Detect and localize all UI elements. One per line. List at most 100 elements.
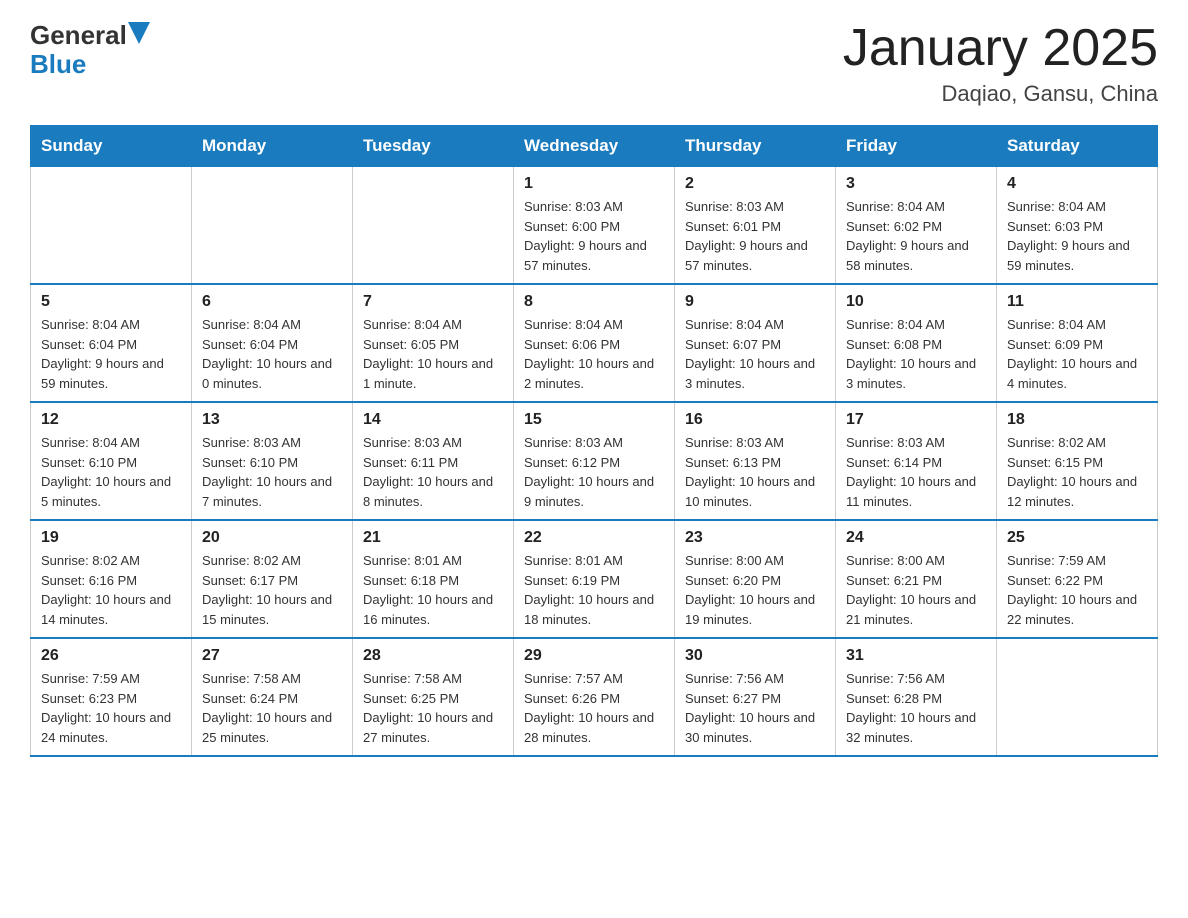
calendar-cell: 11 Sunrise: 8:04 AM Sunset: 6:09 PM Dayli… (997, 284, 1158, 402)
calendar-cell: 19 Sunrise: 8:02 AM Sunset: 6:16 PM Dayli… (31, 520, 192, 638)
day-number: 8 (524, 293, 664, 311)
calendar-cell (997, 638, 1158, 756)
calendar-cell: 29 Sunrise: 7:57 AM Sunset: 6:26 PM Dayli… (514, 638, 675, 756)
day-info: Sunrise: 8:02 AM Sunset: 6:16 PM Dayligh… (41, 551, 181, 629)
col-header-sunday: Sunday (31, 126, 192, 167)
week-row-1: 1 Sunrise: 8:03 AM Sunset: 6:00 PM Daylig… (31, 167, 1158, 285)
calendar-cell: 15Sunrise: 8:03 AM Sunset: 6:12 PM Dayli… (514, 402, 675, 520)
location-subtitle: Daqiao, Gansu, China (843, 81, 1158, 107)
day-info: Sunrise: 7:59 AM Sunset: 6:22 PM Dayligh… (1007, 551, 1147, 629)
day-info: Sunrise: 8:03 AM Sunset: 6:01 PM Dayligh… (685, 197, 825, 275)
week-row-4: 19 Sunrise: 8:02 AM Sunset: 6:16 PM Dayli… (31, 520, 1158, 638)
day-number: 23 (685, 529, 825, 547)
day-number: 7 (363, 293, 503, 311)
calendar-cell: 10 Sunrise: 8:04 AM Sunset: 6:08 PM Dayli… (836, 284, 997, 402)
calendar-cell: 23Sunrise: 8:00 AM Sunset: 6:20 PM Dayli… (675, 520, 836, 638)
col-header-thursday: Thursday (675, 126, 836, 167)
calendar-cell: 12 Sunrise: 8:04 AM Sunset: 6:10 PM Dayli… (31, 402, 192, 520)
day-info: Sunrise: 8:03 AM Sunset: 6:12 PM Dayligh… (524, 433, 664, 511)
calendar-cell: 8 Sunrise: 8:04 AM Sunset: 6:06 PM Daylig… (514, 284, 675, 402)
logo: General Blue (30, 20, 150, 77)
day-info: Sunrise: 8:04 AM Sunset: 6:09 PM Dayligh… (1007, 315, 1147, 393)
calendar-cell: 20 Sunrise: 8:02 AM Sunset: 6:17 PM Dayli… (192, 520, 353, 638)
day-number: 19 (41, 529, 181, 547)
day-info: Sunrise: 8:03 AM Sunset: 6:00 PM Dayligh… (524, 197, 664, 275)
day-info: Sunrise: 7:58 AM Sunset: 6:25 PM Dayligh… (363, 669, 503, 747)
week-row-2: 5 Sunrise: 8:04 AM Sunset: 6:04 PM Daylig… (31, 284, 1158, 402)
day-number: 11 (1007, 293, 1147, 311)
logo-general-text: General (30, 20, 127, 51)
calendar-cell (192, 167, 353, 285)
calendar-cell: 16 Sunrise: 8:03 AM Sunset: 6:13 PM Dayli… (675, 402, 836, 520)
day-number: 26 (41, 647, 181, 665)
day-info: Sunrise: 8:04 AM Sunset: 6:06 PM Dayligh… (524, 315, 664, 393)
calendar-cell: 4Sunrise: 8:04 AM Sunset: 6:03 PM Daylig… (997, 167, 1158, 285)
day-info: Sunrise: 7:57 AM Sunset: 6:26 PM Dayligh… (524, 669, 664, 747)
calendar-cell: 6 Sunrise: 8:04 AM Sunset: 6:04 PM Daylig… (192, 284, 353, 402)
col-header-friday: Friday (836, 126, 997, 167)
calendar-cell: 14 Sunrise: 8:03 AM Sunset: 6:11 PM Dayli… (353, 402, 514, 520)
calendar-cell: 28Sunrise: 7:58 AM Sunset: 6:25 PM Dayli… (353, 638, 514, 756)
day-info: Sunrise: 7:58 AM Sunset: 6:24 PM Dayligh… (202, 669, 342, 747)
day-info: Sunrise: 8:02 AM Sunset: 6:15 PM Dayligh… (1007, 433, 1147, 511)
day-info: Sunrise: 7:59 AM Sunset: 6:23 PM Dayligh… (41, 669, 181, 747)
day-info: Sunrise: 7:56 AM Sunset: 6:27 PM Dayligh… (685, 669, 825, 747)
col-header-monday: Monday (192, 126, 353, 167)
day-info: Sunrise: 8:04 AM Sunset: 6:05 PM Dayligh… (363, 315, 503, 393)
day-number: 20 (202, 529, 342, 547)
calendar-cell: 2Sunrise: 8:03 AM Sunset: 6:01 PM Daylig… (675, 167, 836, 285)
day-info: Sunrise: 8:04 AM Sunset: 6:07 PM Dayligh… (685, 315, 825, 393)
month-year-title: January 2025 (843, 20, 1158, 77)
calendar-cell: 26 Sunrise: 7:59 AM Sunset: 6:23 PM Dayli… (31, 638, 192, 756)
col-header-wednesday: Wednesday (514, 126, 675, 167)
calendar-table: SundayMondayTuesdayWednesdayThursdayFrid… (30, 125, 1158, 757)
calendar-cell: 21 Sunrise: 8:01 AM Sunset: 6:18 PM Dayli… (353, 520, 514, 638)
day-number: 6 (202, 293, 342, 311)
day-info: Sunrise: 8:03 AM Sunset: 6:11 PM Dayligh… (363, 433, 503, 511)
day-number: 9 (685, 293, 825, 311)
calendar-cell: 25Sunrise: 7:59 AM Sunset: 6:22 PM Dayli… (997, 520, 1158, 638)
calendar-cell: 17Sunrise: 8:03 AM Sunset: 6:14 PM Dayli… (836, 402, 997, 520)
day-number: 16 (685, 411, 825, 429)
day-number: 24 (846, 529, 986, 547)
calendar-cell: 5 Sunrise: 8:04 AM Sunset: 6:04 PM Daylig… (31, 284, 192, 402)
calendar-cell: 22 Sunrise: 8:01 AM Sunset: 6:19 PM Dayli… (514, 520, 675, 638)
logo-blue-text: Blue (30, 51, 86, 77)
day-number: 22 (524, 529, 664, 547)
day-info: Sunrise: 8:02 AM Sunset: 6:17 PM Dayligh… (202, 551, 342, 629)
logo-line1: General (30, 20, 150, 51)
header-row: SundayMondayTuesdayWednesdayThursdayFrid… (31, 126, 1158, 167)
day-info: Sunrise: 8:04 AM Sunset: 6:08 PM Dayligh… (846, 315, 986, 393)
day-number: 29 (524, 647, 664, 665)
day-info: Sunrise: 8:01 AM Sunset: 6:18 PM Dayligh… (363, 551, 503, 629)
day-number: 21 (363, 529, 503, 547)
day-number: 5 (41, 293, 181, 311)
calendar-cell: 31Sunrise: 7:56 AM Sunset: 6:28 PM Dayli… (836, 638, 997, 756)
day-info: Sunrise: 8:01 AM Sunset: 6:19 PM Dayligh… (524, 551, 664, 629)
day-info: Sunrise: 8:03 AM Sunset: 6:10 PM Dayligh… (202, 433, 342, 511)
calendar-cell: 24 Sunrise: 8:00 AM Sunset: 6:21 PM Dayli… (836, 520, 997, 638)
day-info: Sunrise: 8:04 AM Sunset: 6:02 PM Dayligh… (846, 197, 986, 275)
calendar-cell: 9 Sunrise: 8:04 AM Sunset: 6:07 PM Daylig… (675, 284, 836, 402)
week-row-3: 12 Sunrise: 8:04 AM Sunset: 6:10 PM Dayli… (31, 402, 1158, 520)
calendar-cell (353, 167, 514, 285)
day-number: 17 (846, 411, 986, 429)
day-number: 4 (1007, 175, 1147, 193)
day-info: Sunrise: 8:00 AM Sunset: 6:21 PM Dayligh… (846, 551, 986, 629)
day-number: 12 (41, 411, 181, 429)
day-info: Sunrise: 8:04 AM Sunset: 6:10 PM Dayligh… (41, 433, 181, 511)
day-number: 1 (524, 175, 664, 193)
day-info: Sunrise: 8:04 AM Sunset: 6:04 PM Dayligh… (41, 315, 181, 393)
day-number: 14 (363, 411, 503, 429)
day-number: 18 (1007, 411, 1147, 429)
day-info: Sunrise: 8:03 AM Sunset: 6:13 PM Dayligh… (685, 433, 825, 511)
col-header-saturday: Saturday (997, 126, 1158, 167)
day-number: 3 (846, 175, 986, 193)
logo-triangle-icon (128, 22, 150, 44)
day-number: 10 (846, 293, 986, 311)
day-number: 30 (685, 647, 825, 665)
calendar-cell: 7 Sunrise: 8:04 AM Sunset: 6:05 PM Daylig… (353, 284, 514, 402)
day-info: Sunrise: 8:04 AM Sunset: 6:04 PM Dayligh… (202, 315, 342, 393)
calendar-cell: 18 Sunrise: 8:02 AM Sunset: 6:15 PM Dayli… (997, 402, 1158, 520)
title-block: January 2025 Daqiao, Gansu, China (843, 20, 1158, 107)
